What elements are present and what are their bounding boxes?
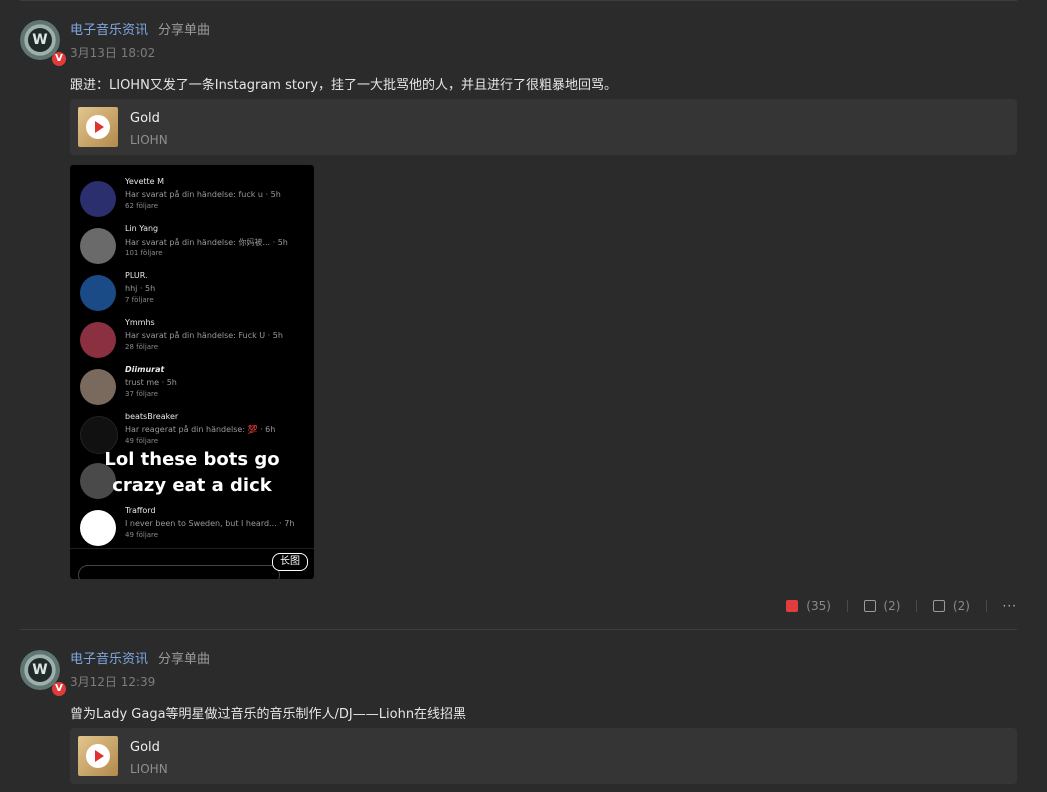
story-avatar xyxy=(80,228,116,264)
comment-icon xyxy=(933,600,946,612)
like-button[interactable]: (35) xyxy=(786,598,831,613)
story-avatar xyxy=(80,322,116,358)
story-user-line: I never been to Sweden, but I heard... ·… xyxy=(125,519,295,528)
author-name[interactable]: 电子音乐资讯 xyxy=(70,19,148,38)
story-user-name: PLUR. xyxy=(125,271,148,280)
post-content: 曾为Lady Gaga等明星做过音乐的音乐制作人/DJ——Liohn在线招黑 xyxy=(70,707,467,722)
author-avatar[interactable]: W V xyxy=(20,20,66,66)
post-action-label: 分享单曲 xyxy=(158,652,211,667)
story-bottom-divider xyxy=(70,548,314,549)
story-user-followers: 7 följare xyxy=(125,296,154,304)
story-user-followers: 101 följare xyxy=(125,249,163,257)
verified-v-icon: V xyxy=(52,682,66,696)
share-button[interactable]: (2) xyxy=(863,598,901,613)
more-options-icon[interactable]: ··· xyxy=(1003,599,1017,613)
like-count: (35) xyxy=(806,598,831,613)
story-user-followers: 28 följare xyxy=(125,343,159,351)
music-card[interactable]: Gold LIOHN xyxy=(70,99,1017,155)
author-avatar[interactable]: W V xyxy=(20,650,66,696)
avatar-logo-icon: W xyxy=(28,28,52,52)
story-list-item: Lin Yang Har svarat på din händelse: 你妈被… xyxy=(80,224,310,270)
story-list-item: Diimurat trust me · 5h 37 följare xyxy=(80,365,310,411)
story-user-followers: 49 följare xyxy=(125,437,159,445)
story-user-line: hhj · 5h xyxy=(125,284,156,293)
post-card: W V 电子音乐资讯 分享单曲 3月13日 18:02 跟进：LIOHN又发了一… xyxy=(0,0,1047,630)
post-card: W V 电子音乐资讯 分享单曲 3月12日 12:39 曾为Lady Gaga等… xyxy=(0,630,1047,792)
story-avatar xyxy=(80,510,116,546)
story-user-followers: 49 följare xyxy=(125,531,159,539)
song-artist[interactable]: LIOHN xyxy=(130,133,168,147)
story-overlay-line2: crazy eat a dick xyxy=(112,475,272,496)
long-image-badge[interactable]: 长图 xyxy=(272,553,308,571)
music-card[interactable]: Gold LIOHN xyxy=(70,728,1017,784)
comment-button[interactable]: (2) xyxy=(933,599,970,613)
story-user-name: Yevette M xyxy=(125,177,165,186)
story-user-line: Har svarat på din händelse: Fuck U · 5h xyxy=(125,331,283,340)
story-image[interactable]: Yevette M Har svarat på din händelse: fu… xyxy=(70,165,314,579)
story-list-item: Trafford I never been to Sweden, but I h… xyxy=(80,506,310,552)
story-avatar xyxy=(80,275,116,311)
story-user-line: Har svarat på din händelse: fuck u · 5h xyxy=(125,190,281,199)
story-user-name: beatsBreaker xyxy=(125,412,179,421)
story-avatar xyxy=(80,369,116,405)
play-icon[interactable] xyxy=(86,744,110,768)
share-count: (2) xyxy=(883,598,901,613)
thumbs-up-icon xyxy=(786,600,799,612)
story-user-name: Ymmhs xyxy=(125,318,155,327)
post-actions: (35) (2) (2) ··· xyxy=(786,598,1017,613)
story-user-line: trust me · 5h xyxy=(125,378,177,387)
story-user-name: Diimurat xyxy=(125,365,165,374)
play-icon[interactable] xyxy=(86,115,110,139)
story-user-followers: 62 följare xyxy=(125,202,159,210)
story-list-item: Ymmhs Har svarat på din händelse: Fuck U… xyxy=(80,318,310,364)
story-avatar xyxy=(80,181,116,217)
avatar-logo-icon: W xyxy=(28,658,52,682)
post-time[interactable]: 3月13日 18:02 xyxy=(70,44,155,61)
story-user-line: Har svarat på din händelse: 你妈被... · 5h xyxy=(125,238,288,247)
action-separator xyxy=(846,599,848,612)
song-cover xyxy=(78,107,118,147)
story-user-name: Lin Yang xyxy=(125,224,159,233)
post-time[interactable]: 3月12日 12:39 xyxy=(70,673,155,690)
action-separator xyxy=(916,599,918,612)
song-artist[interactable]: LIOHN xyxy=(130,762,168,776)
post-content: 跟进：LIOHN又发了一条Instagram story，挂了一大批骂他的人，并… xyxy=(70,78,617,93)
story-user-line: Har reagerat på din händelse: 💯 · 6h xyxy=(125,425,276,434)
story-user-name: Trafford xyxy=(125,506,156,515)
author-name[interactable]: 电子音乐资讯 xyxy=(70,648,148,667)
comment-count: (2) xyxy=(952,598,970,613)
post-action-label: 分享单曲 xyxy=(158,23,211,38)
story-reply-bar xyxy=(78,565,280,579)
story-list-item: Yevette M Har svarat på din händelse: fu… xyxy=(80,177,310,223)
song-cover xyxy=(78,736,118,776)
song-title[interactable]: Gold xyxy=(130,740,160,755)
story-list-item: PLUR. hhj · 5h 7 följare xyxy=(80,271,310,317)
song-title[interactable]: Gold xyxy=(130,111,160,126)
story-user-followers: 37 följare xyxy=(125,390,159,398)
story-overlay-line1: Lol these bots go xyxy=(104,449,280,470)
verified-v-icon: V xyxy=(52,52,66,66)
action-separator xyxy=(985,599,987,612)
share-icon xyxy=(863,600,876,612)
feed-page: W V 电子音乐资讯 分享单曲 3月13日 18:02 跟进：LIOHN又发了一… xyxy=(0,0,1047,792)
